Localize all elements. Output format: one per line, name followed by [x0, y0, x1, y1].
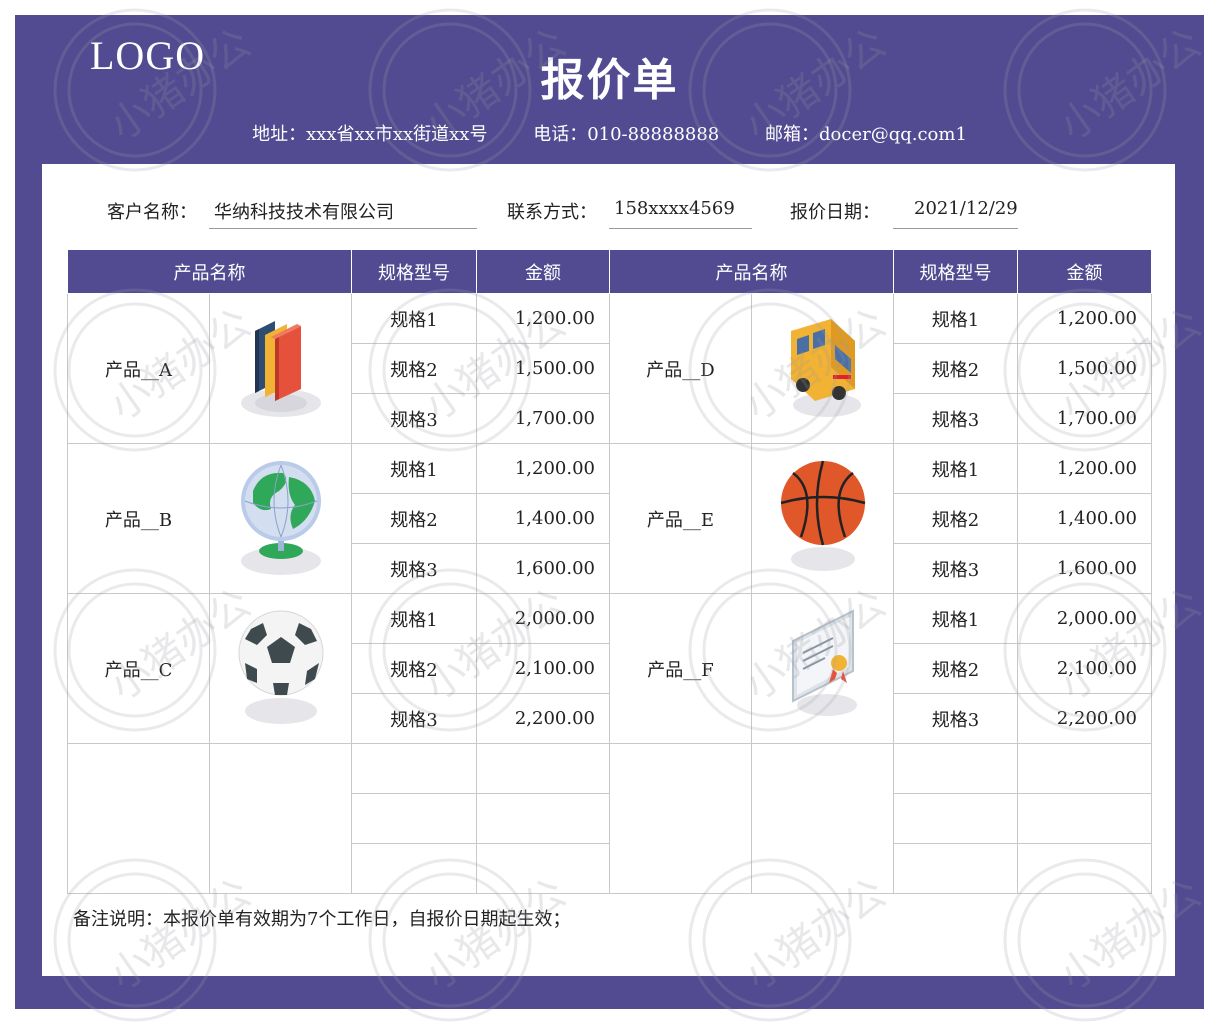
amount-cell[interactable]: 2,200.00 [476, 693, 610, 744]
date-underline [893, 228, 1018, 229]
product-name[interactable]: 产品__C [67, 593, 210, 744]
product-image [751, 443, 894, 594]
amount-cell[interactable]: 1,200.00 [1017, 443, 1152, 494]
table-row: 产品__B 规格1 1,200.00 产品__E 规格1 1,200.00 [67, 443, 1152, 594]
header-product-name: 产品名称 [609, 249, 894, 294]
empty-cell[interactable] [476, 743, 610, 794]
spec-cell[interactable]: 规格3 [893, 393, 1018, 444]
amount-cell[interactable]: 1,600.00 [1017, 543, 1152, 594]
email-text: 邮箱：docer@qq.com1 [765, 124, 967, 145]
empty-cell[interactable] [209, 743, 352, 894]
contact-label: 联系方式： [507, 202, 597, 223]
product-image [209, 443, 352, 594]
spec-cell[interactable]: 规格2 [893, 343, 1018, 394]
remarks-note: 备注说明：本报价单有效期为7个工作日，自报价日期起生效； [73, 909, 571, 930]
amount-cell[interactable]: 1,200.00 [476, 293, 610, 344]
amount-cell[interactable]: 1,400.00 [476, 493, 610, 544]
spec-cell[interactable]: 规格1 [893, 593, 1018, 644]
empty-cell[interactable] [351, 843, 477, 894]
amount-cell[interactable]: 1,700.00 [476, 393, 610, 444]
header-spec: 规格型号 [351, 249, 477, 294]
empty-cell[interactable] [1017, 793, 1152, 844]
books-icon [240, 321, 321, 417]
spec-cell[interactable]: 规格1 [893, 443, 1018, 494]
school-bus-icon [790, 319, 861, 417]
spec-cell[interactable]: 规格1 [351, 593, 477, 644]
phone-text: 电话：010-88888888 [533, 124, 720, 145]
contact-underline [609, 228, 752, 229]
amount-cell[interactable]: 1,200.00 [476, 443, 610, 494]
empty-cell[interactable] [476, 843, 610, 894]
product-name[interactable]: 产品__B [67, 443, 210, 594]
spec-cell[interactable]: 规格3 [893, 543, 1018, 594]
quote-table: 产品名称 规格型号 金额 产品名称 规格型号 金额 产品__A 规格1 1,20… [67, 249, 1152, 894]
amount-cell[interactable]: 2,000.00 [476, 593, 610, 644]
page-title: 报价单 [540, 55, 679, 106]
customer-value[interactable]: 华纳科技技术有限公司 [214, 198, 394, 224]
header-spec: 规格型号 [893, 249, 1018, 294]
empty-cell[interactable] [751, 743, 894, 894]
header-product-name: 产品名称 [67, 249, 352, 294]
spec-cell[interactable]: 规格3 [893, 693, 1018, 744]
table-header-row: 产品名称 规格型号 金额 产品名称 规格型号 金额 [67, 249, 1152, 294]
empty-cell[interactable] [893, 843, 1018, 894]
date-label: 报价日期： [790, 202, 880, 223]
spec-cell[interactable]: 规格2 [351, 643, 477, 694]
amount-cell[interactable]: 2,100.00 [476, 643, 610, 694]
amount-cell[interactable]: 1,400.00 [1017, 493, 1152, 544]
amount-cell[interactable]: 1,500.00 [476, 343, 610, 394]
amount-cell[interactable]: 1,600.00 [476, 543, 610, 594]
customer-underline [209, 228, 477, 229]
contact-value[interactable]: 158xxxx4569 [614, 198, 735, 219]
product-image [751, 293, 894, 444]
address-text: 地址：xxx省xx市xx街道xx号 [252, 124, 488, 145]
empty-cell[interactable] [351, 743, 477, 794]
empty-cell[interactable] [893, 743, 1018, 794]
spec-cell[interactable]: 规格3 [351, 393, 477, 444]
spec-cell[interactable]: 规格3 [351, 543, 477, 594]
spec-cell[interactable]: 规格1 [893, 293, 1018, 344]
product-name[interactable]: 产品__A [67, 293, 210, 444]
certificate-icon [791, 609, 857, 716]
amount-cell[interactable]: 1,200.00 [1017, 293, 1152, 344]
product-name[interactable]: 产品__D [609, 293, 752, 444]
basketball-icon [780, 460, 865, 571]
spec-cell[interactable]: 规格2 [351, 493, 477, 544]
spec-cell[interactable]: 规格2 [351, 343, 477, 394]
company-contact-line: 地址：xxx省xx市xx街道xx号 电话：010-88888888 邮箱：doc… [0, 120, 1219, 146]
soccer-ball-icon [238, 610, 323, 724]
header-amount: 金额 [476, 249, 610, 294]
spec-cell[interactable]: 规格1 [351, 443, 477, 494]
empty-cell[interactable] [893, 793, 1018, 844]
amount-cell[interactable]: 2,200.00 [1017, 693, 1152, 744]
amount-cell[interactable]: 2,000.00 [1017, 593, 1152, 644]
amount-cell[interactable]: 1,700.00 [1017, 393, 1152, 444]
customer-label: 客户名称： [107, 202, 197, 223]
spec-cell[interactable]: 规格3 [351, 693, 477, 744]
globe-icon [240, 461, 321, 575]
amount-cell[interactable]: 1,500.00 [1017, 343, 1152, 394]
spec-cell[interactable]: 规格2 [893, 643, 1018, 694]
empty-cell[interactable] [1017, 843, 1152, 894]
product-name[interactable]: 产品__F [609, 593, 752, 744]
table-row: 产品__A 规格1 1,200.00 产品__D 规格1 1,200.00 [67, 293, 1152, 444]
date-value[interactable]: 2021/12/29 [914, 198, 1018, 219]
product-image [209, 293, 352, 444]
product-name[interactable]: 产品__E [609, 443, 752, 594]
product-image [209, 593, 352, 744]
empty-cell[interactable] [609, 743, 752, 894]
spec-cell[interactable]: 规格1 [351, 293, 477, 344]
empty-cell[interactable] [67, 743, 210, 894]
amount-cell[interactable]: 2,100.00 [1017, 643, 1152, 694]
spec-cell[interactable]: 规格2 [893, 493, 1018, 544]
empty-cell[interactable] [476, 793, 610, 844]
empty-cell[interactable] [351, 793, 477, 844]
empty-cell[interactable] [1017, 743, 1152, 794]
table-row-empty [67, 743, 1152, 894]
header-amount: 金额 [1017, 249, 1152, 294]
table-row: 产品__C 规格1 2,000.00 产品__F 规格1 2,000.00 [67, 593, 1152, 744]
product-image [751, 593, 894, 744]
